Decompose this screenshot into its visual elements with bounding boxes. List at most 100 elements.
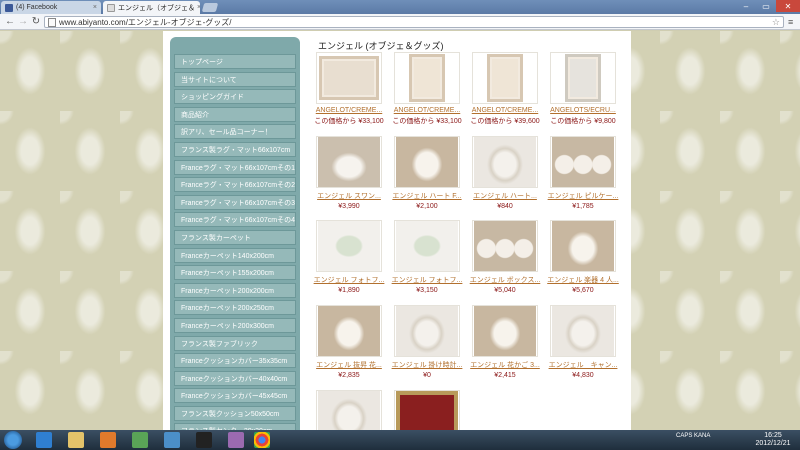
start-button[interactable]	[4, 431, 22, 449]
eye-app-icon[interactable]	[196, 432, 212, 448]
sidebar-item[interactable]: フランス製カーペット	[174, 229, 296, 245]
product-name-link[interactable]: ANGELOT/CREME...	[466, 107, 544, 114]
product-image[interactable]	[394, 136, 460, 188]
product-card[interactable]: ANGELOTS/ECRU... この価格から ¥9,800	[544, 52, 622, 126]
media-player-icon[interactable]	[100, 432, 116, 448]
product-image[interactable]	[394, 305, 460, 357]
clock[interactable]: 16:25 2012/12/21	[748, 432, 798, 448]
product-name-link[interactable]: エンジェル ピルケー...	[544, 191, 622, 201]
product-card[interactable]: エンジェル 楽器 4 人... ¥5,670	[544, 220, 622, 294]
forward-arrow-icon[interactable]: →	[17, 16, 29, 28]
sidebar-item[interactable]: Franceラグ・マット66x107cmその3	[174, 194, 296, 210]
product-image[interactable]	[550, 52, 616, 104]
product-name-link[interactable]: エンジェル ハート...	[466, 191, 544, 201]
new-tab-button[interactable]	[201, 3, 219, 12]
product-price: この価格から ¥39,600	[470, 118, 540, 125]
internet-explorer-icon[interactable]	[36, 432, 52, 448]
wrench-menu-icon[interactable]: ≡	[788, 17, 793, 27]
product-image[interactable]	[394, 390, 460, 430]
product-image[interactable]	[316, 220, 382, 272]
minimize-button[interactable]: –	[736, 0, 756, 12]
product-card[interactable]: エンジェル ピルケー... ¥1,785	[544, 136, 622, 210]
tab-facebook[interactable]: (4) Facebook ×	[1, 1, 101, 14]
sidebar-item[interactable]: ショッピングガイド	[174, 89, 296, 105]
product-card[interactable]	[388, 390, 466, 430]
sidebar-item[interactable]: トップページ	[174, 54, 296, 69]
product-name-link[interactable]: エンジェル フォトフ...	[310, 275, 388, 285]
product-image[interactable]	[394, 220, 460, 272]
product-name-link[interactable]: ANGELOT/CREME...	[388, 107, 466, 114]
app-icon[interactable]	[132, 432, 148, 448]
folder-icon[interactable]	[68, 432, 84, 448]
product-name-link[interactable]: ANGELOTS/ECRU...	[544, 107, 622, 114]
product-card[interactable]: エンジェル キャン... ¥4,830	[544, 305, 622, 379]
sidebar-item[interactable]: Franceカーペット140x200cm	[174, 247, 296, 263]
sidebar-item[interactable]: Franceカーペット200x200cm	[174, 282, 296, 298]
product-image[interactable]	[472, 136, 538, 188]
product-name-link[interactable]: エンジェル スワン...	[310, 191, 388, 201]
product-image[interactable]	[316, 305, 382, 357]
product-card[interactable]: ANGELOT/CREME... この価格から ¥39,600	[466, 52, 544, 126]
tab-close-icon[interactable]: ×	[195, 4, 200, 11]
back-arrow-icon[interactable]: ←	[4, 16, 16, 28]
sidebar-item[interactable]: Franceラグ・マット66x107cmその1	[174, 159, 296, 175]
sidebar-item[interactable]: 訳アリ、セール品コーナー！	[174, 124, 296, 140]
product-card[interactable]: ANGELOT/CREME... この価格から ¥33,100	[388, 52, 466, 126]
sidebar-item[interactable]: Franceカーペット155x200cm	[174, 265, 296, 281]
sidebar-item[interactable]: Franceクッションカバー45x45cm	[174, 388, 296, 404]
product-image[interactable]	[472, 305, 538, 357]
sidebar-item[interactable]: 当サイトについて	[174, 71, 296, 87]
page-favicon-icon	[107, 3, 115, 12]
sidebar-item[interactable]: 商品紹介	[174, 106, 296, 122]
product-image[interactable]	[394, 52, 460, 104]
close-window-button[interactable]: ✕	[776, 0, 800, 12]
bookmark-star-icon[interactable]: ☆	[772, 17, 780, 28]
product-image[interactable]	[550, 305, 616, 357]
product-name-link[interactable]: エンジェル ボックス...	[466, 275, 544, 285]
product-image[interactable]	[550, 136, 616, 188]
product-name-link[interactable]: エンジェル 楽器 4 人...	[544, 275, 622, 285]
system-tray[interactable]: CAPS KANA	[676, 433, 710, 439]
product-image[interactable]	[472, 52, 538, 104]
product-card[interactable]: エンジェル 抜昇 花... ¥2,835	[310, 305, 388, 379]
product-name-link[interactable]: エンジェル ハート F...	[388, 191, 466, 201]
product-card[interactable]: エンジェル フォトフ... ¥3,150	[388, 220, 466, 294]
address-bar[interactable]: www.abiyanto.com/エンジェル-オブジェ-グッズ/ ☆	[44, 16, 784, 28]
product-card[interactable]: エンジェル ハート... ¥840	[466, 136, 544, 210]
tab-close-icon[interactable]: ×	[91, 4, 97, 11]
tab-angel[interactable]: エンジェル（オブジェ＆ ×	[103, 1, 200, 14]
product-image[interactable]	[316, 136, 382, 188]
reload-icon[interactable]: ↻	[30, 16, 42, 28]
sidebar-item[interactable]: Franceカーペット200x250cm	[174, 300, 296, 316]
product-name-link[interactable]: エンジェル 花かご 3...	[466, 360, 544, 370]
mosaic-app-icon[interactable]	[228, 432, 244, 448]
product-name-link[interactable]: エンジェル フォトフ...	[388, 275, 466, 285]
product-name-link[interactable]: エンジェル 掛け時計...	[388, 360, 466, 370]
monitor-icon[interactable]	[164, 432, 180, 448]
product-image[interactable]	[316, 52, 382, 104]
sidebar-item[interactable]: フランス製クッション50x50cm	[174, 405, 296, 421]
product-card[interactable]: エンジェル ハート F... ¥2,100	[388, 136, 466, 210]
product-card[interactable]	[310, 390, 388, 430]
product-card[interactable]: ANGELOT/CREME... この価格から ¥33,100	[310, 52, 388, 126]
product-name-link[interactable]: ANGELOT/CREME...	[310, 107, 388, 114]
product-card[interactable]: エンジェル ボックス... ¥5,040	[466, 220, 544, 294]
sidebar-item[interactable]: Franceクッションカバー40x40cm	[174, 370, 296, 386]
sidebar-item[interactable]: フランス製ラグ・マット66x107cm	[174, 141, 296, 157]
product-card[interactable]: エンジェル スワン... ¥3,990	[310, 136, 388, 210]
maximize-button[interactable]: ▭	[756, 0, 776, 12]
sidebar-item[interactable]: Franceラグ・マット66x107cmその2	[174, 177, 296, 193]
product-name-link[interactable]: エンジェル キャン...	[544, 360, 622, 370]
sidebar-item[interactable]: Franceラグ・マット66x107cmその4	[174, 212, 296, 228]
product-image[interactable]	[550, 220, 616, 272]
product-card[interactable]: エンジェル 掛け時計... ¥0	[388, 305, 466, 379]
product-image[interactable]	[316, 390, 382, 430]
sidebar-item[interactable]: フランス製ファブリック	[174, 335, 296, 351]
product-card[interactable]: エンジェル フォトフ... ¥1,890	[310, 220, 388, 294]
chrome-icon[interactable]	[254, 432, 270, 448]
product-image[interactable]	[472, 220, 538, 272]
sidebar-item[interactable]: Franceクッションカバー35x35cm	[174, 353, 296, 369]
product-card[interactable]: エンジェル 花かご 3... ¥2,415	[466, 305, 544, 379]
sidebar-item[interactable]: Franceカーペット200x300cm	[174, 317, 296, 333]
product-name-link[interactable]: エンジェル 抜昇 花...	[310, 360, 388, 370]
